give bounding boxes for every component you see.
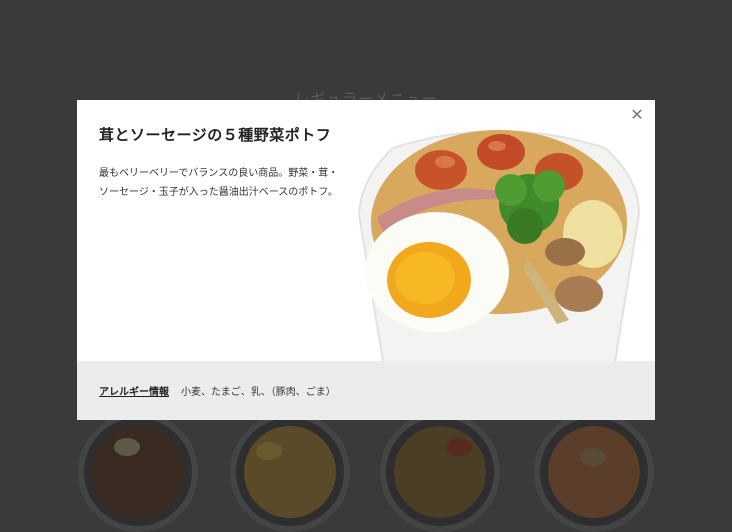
product-modal: ✕ 茸とソーセージの５種野菜ポトフ 最もベリーベリーでバランスの良い商品。野菜・… xyxy=(77,100,655,420)
background-menu-item[interactable] xyxy=(78,412,198,532)
background-menu-item[interactable] xyxy=(380,412,500,532)
product-photo xyxy=(357,130,641,362)
allergy-footer: アレルギー情報 小麦、たまご、乳、（豚肉、ごま） xyxy=(77,361,655,420)
background-menu-item[interactable] xyxy=(230,412,350,532)
background-menu-item[interactable] xyxy=(534,412,654,532)
product-title: 茸とソーセージの５種野菜ポトフ xyxy=(99,126,332,144)
background-menu-row xyxy=(0,412,732,532)
allergy-items: 小麦、たまご、乳、（豚肉、ごま） xyxy=(181,387,336,398)
product-description: 最もベリーベリーでバランスの良い商品。野菜・茸・ソーセージ・玉子が入った醤油出汁… xyxy=(99,168,339,198)
allergy-info-link[interactable]: アレルギー情報 xyxy=(99,383,169,398)
